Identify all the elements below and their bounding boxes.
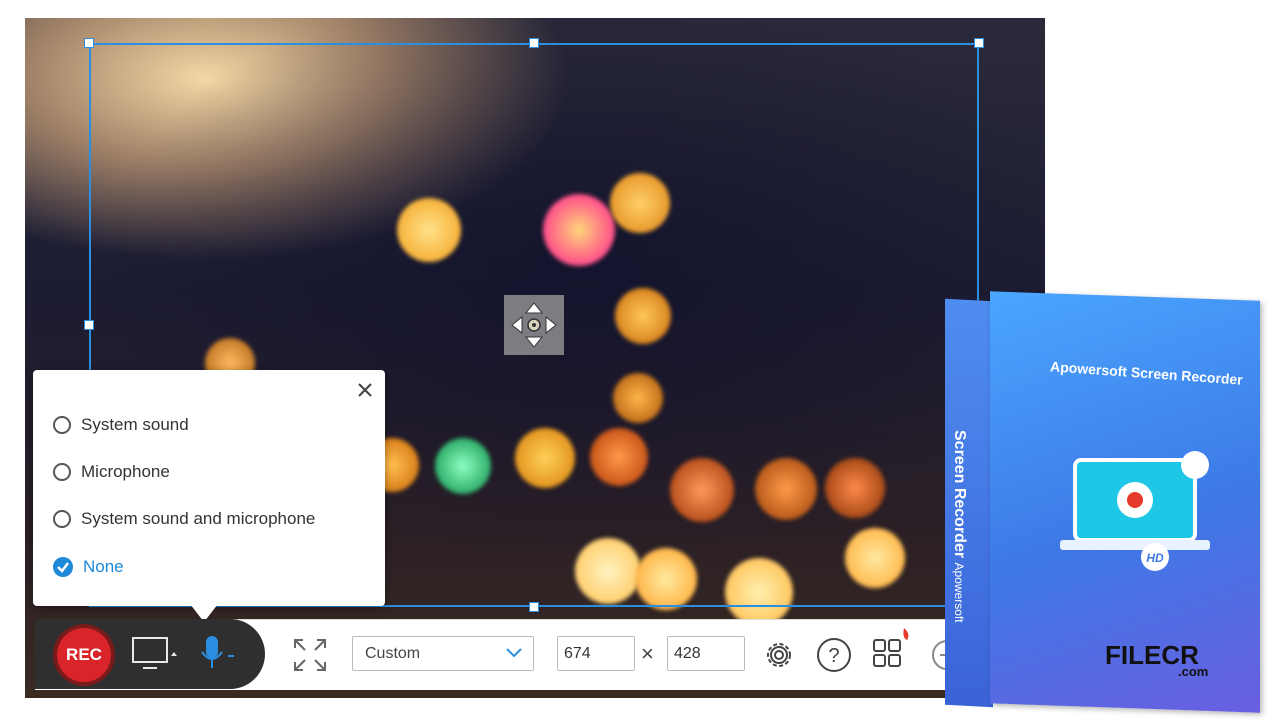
resize-handle-middle-left[interactable] [84, 320, 94, 330]
height-input[interactable] [667, 636, 745, 671]
radio-unchecked-icon[interactable] [53, 463, 71, 481]
gear-icon [767, 643, 791, 667]
apps-button[interactable] [871, 626, 915, 677]
option-label: System sound and microphone [81, 509, 316, 528]
microphone-icon [201, 636, 234, 668]
settings-button[interactable] [760, 636, 798, 679]
apps-grid-icon [873, 628, 909, 667]
resize-handle-top-center[interactable] [529, 38, 539, 48]
region-mode-value: Custom [365, 644, 421, 662]
screen-source-button[interactable] [131, 634, 183, 679]
radio-checked-icon[interactable] [53, 557, 73, 577]
audio-option-microphone[interactable]: Microphone [53, 460, 170, 484]
close-icon [358, 383, 372, 397]
spine-title: Screen Recorder [951, 430, 968, 559]
expand-icon [294, 639, 326, 671]
svg-text:?: ? [828, 645, 839, 667]
move-handle[interactable] [504, 295, 564, 355]
audio-option-system-and-microphone[interactable]: System sound and microphone [53, 507, 315, 531]
width-input[interactable] [557, 636, 635, 671]
resize-handle-bottom-center[interactable] [529, 602, 539, 612]
region-mode-select[interactable]: Custom [352, 636, 534, 671]
record-label: REC [66, 645, 102, 664]
move-arrows-icon [511, 302, 557, 348]
spine-brand: Apowersoft [952, 562, 966, 623]
radio-unchecked-icon[interactable] [53, 416, 71, 434]
audio-option-system-sound[interactable]: System sound [53, 413, 189, 437]
chevron-down-icon [506, 648, 522, 658]
hd-badge: HD [1146, 551, 1164, 565]
resize-handle-top-right[interactable] [974, 38, 984, 48]
fullscreen-button[interactable] [291, 636, 329, 679]
help-icon: ? [817, 638, 851, 672]
watermark-sub: .com [1178, 664, 1209, 679]
radio-unchecked-icon[interactable] [53, 510, 71, 528]
times-symbol: × [641, 641, 654, 666]
audio-option-none[interactable]: None [53, 555, 124, 579]
option-label: System sound [81, 415, 189, 434]
resize-handle-top-left[interactable] [84, 38, 94, 48]
audio-source-button[interactable] [198, 632, 242, 679]
record-button[interactable]: REC [57, 628, 111, 682]
option-label: Microphone [81, 462, 170, 481]
option-label: None [83, 557, 124, 576]
audio-source-menu: System sound Microphone System sound and… [33, 370, 385, 606]
help-button[interactable]: ? [815, 636, 853, 679]
product-box-spine-label: Screen Recorder Apowersoft [950, 430, 968, 623]
monitor-icon [132, 637, 177, 669]
laptop-illustration: HD [1060, 451, 1210, 571]
close-button[interactable] [353, 378, 377, 402]
